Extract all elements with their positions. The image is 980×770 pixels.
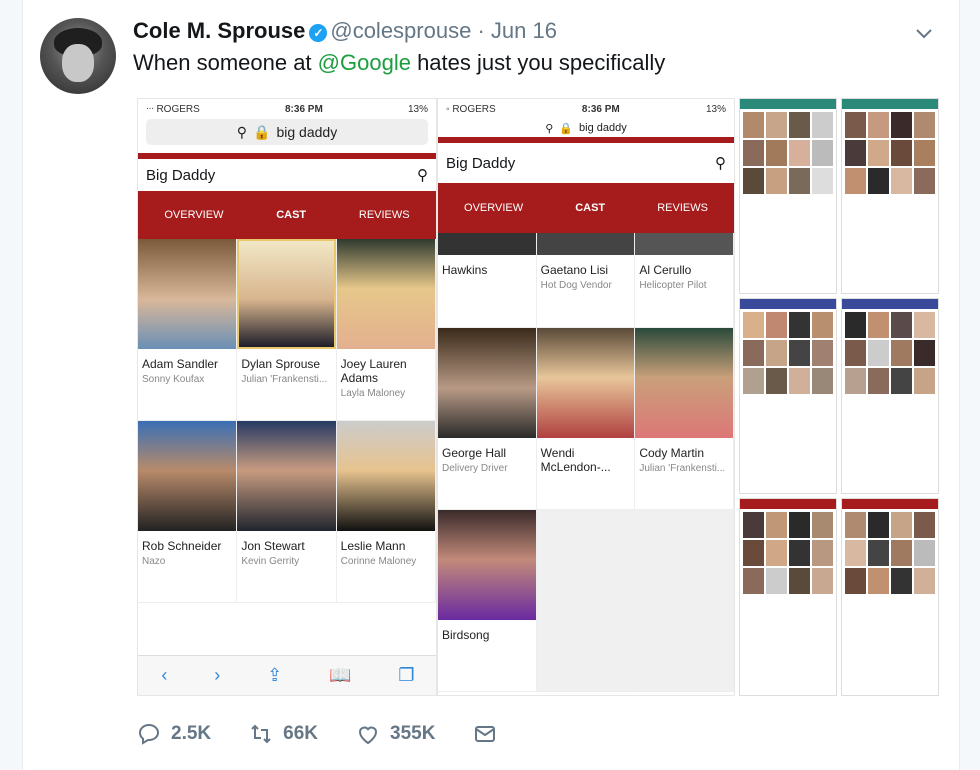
- tab-bar: OVERVIEW CAST REVIEWS: [438, 183, 734, 233]
- search-bar: Big Daddy ⚲: [138, 153, 436, 191]
- search-bar: Big Daddy ⚲: [438, 137, 734, 183]
- reply-button[interactable]: 2.5K: [137, 722, 211, 746]
- bookmarks-icon: 📖: [329, 665, 352, 685]
- cast-card: Gaetano Lisi Hot Dog Vendor: [536, 233, 636, 328]
- thumbnail: [739, 298, 837, 494]
- tab-cast: CAST: [575, 202, 606, 214]
- cast-card: Joey Lauren Adams Layla Maloney: [336, 239, 436, 421]
- tabs-icon: ❐: [398, 665, 415, 685]
- browser-toolbar: ‹ › ⇪ 📖 ❐: [138, 655, 436, 695]
- thumbnail: [841, 98, 939, 294]
- tweet-text: When someone at @Google hates just you s…: [133, 50, 666, 75]
- user-handle[interactable]: @colesprouse: [330, 18, 471, 43]
- cast-card: George Hall Delivery Driver: [438, 328, 537, 510]
- cast-grid: Hawkins Gaetano Lisi Hot Dog Vendor Al Ce…: [438, 233, 734, 692]
- cast-card: Cody Martin Julian 'Frankensti...: [635, 328, 734, 510]
- envelope-icon: [475, 726, 496, 742]
- tab-overview: OVERVIEW: [164, 209, 224, 221]
- direct-message-button[interactable]: [473, 722, 497, 746]
- empty-cell: [635, 510, 734, 692]
- tab-overview: OVERVIEW: [464, 202, 524, 214]
- lock-icon: 🔒: [559, 122, 574, 135]
- screenshot-thumbnails[interactable]: [739, 98, 939, 696]
- tab-cast: CAST: [276, 209, 307, 221]
- search-icon: ⚲: [715, 155, 726, 172]
- empty-cell: [536, 510, 636, 692]
- verified-badge-icon: ✓: [309, 24, 328, 42]
- like-count: 355K: [390, 723, 436, 744]
- tweet-date[interactable]: Jun 16: [491, 18, 557, 43]
- cast-card: Dylan Sprouse Julian 'Frankensti...: [237, 239, 337, 421]
- cast-card: Rob Schneider Nazo: [138, 421, 238, 603]
- tab-reviews: REVIEWS: [358, 209, 410, 221]
- url-bar: ⚲ 🔒 big daddy: [146, 119, 428, 145]
- retweet-count: 66K: [283, 723, 318, 744]
- reply-count: 2.5K: [171, 723, 212, 744]
- status-bar: ◦ ROGERS 8:36 PM 13%: [446, 103, 726, 115]
- tab-reviews: REVIEWS: [657, 202, 708, 214]
- retweet-icon: [251, 724, 271, 744]
- thumbnail: [739, 98, 837, 294]
- cast-card: Adam Sandler Sonny Koufax: [138, 239, 238, 421]
- cast-card: Birdsong: [438, 510, 537, 692]
- reply-icon: [138, 723, 160, 745]
- tab-bar: OVERVIEW CAST REVIEWS: [138, 191, 436, 239]
- chevron-down-icon[interactable]: [915, 24, 933, 42]
- tweet-actions: 2.5K 66K 355K: [137, 722, 535, 746]
- cast-card: Al Cerullo Helicopter Pilot: [635, 233, 734, 328]
- separator: ·: [477, 18, 485, 43]
- tweet-media[interactable]: ᐧᐧᐧ ROGERS 8:36 PM 13% ⚲ 🔒 big daddy Big…: [137, 98, 939, 696]
- avatar[interactable]: [40, 18, 116, 94]
- share-icon: ⇪: [267, 665, 283, 685]
- display-name[interactable]: Cole M. Sprouse: [133, 18, 305, 43]
- url-bar: ⚲ 🔒 big daddy: [446, 119, 726, 137]
- status-bar: ᐧᐧᐧ ROGERS 8:36 PM 13%: [146, 103, 428, 115]
- cast-card: Hawkins: [438, 233, 537, 328]
- mention-link[interactable]: @Google: [318, 50, 411, 75]
- cast-card: Wendi McLendon-...: [536, 328, 636, 510]
- heart-icon: [358, 726, 378, 745]
- search-icon: ⚲: [545, 122, 554, 135]
- back-icon: ‹: [161, 665, 168, 685]
- cast-card: Jon Stewart Kevin Gerrity: [237, 421, 337, 603]
- thumbnail: [739, 498, 837, 696]
- screenshot-1[interactable]: ᐧᐧᐧ ROGERS 8:36 PM 13% ⚲ 🔒 big daddy Big…: [137, 98, 437, 696]
- forward-icon: ›: [214, 665, 221, 685]
- screenshot-2[interactable]: ◦ ROGERS 8:36 PM 13% ⚲ 🔒 big daddy Big D…: [437, 98, 735, 696]
- thumbnail: [841, 498, 939, 696]
- search-icon: ⚲: [236, 123, 248, 140]
- cast-card: Leslie Mann Corinne Maloney: [336, 421, 436, 603]
- tweet-header: Cole M. Sprouse ✓ @colesprouse · Jun 16: [133, 17, 557, 45]
- cast-grid: Adam Sandler Sonny Koufax Dylan Sprouse Ju…: [138, 239, 436, 603]
- like-button[interactable]: 355K: [356, 722, 435, 746]
- retweet-button[interactable]: 66K: [249, 722, 318, 746]
- lock-icon: 🔒: [253, 123, 271, 140]
- search-icon: ⚲: [417, 167, 428, 184]
- thumbnail: [841, 298, 939, 494]
